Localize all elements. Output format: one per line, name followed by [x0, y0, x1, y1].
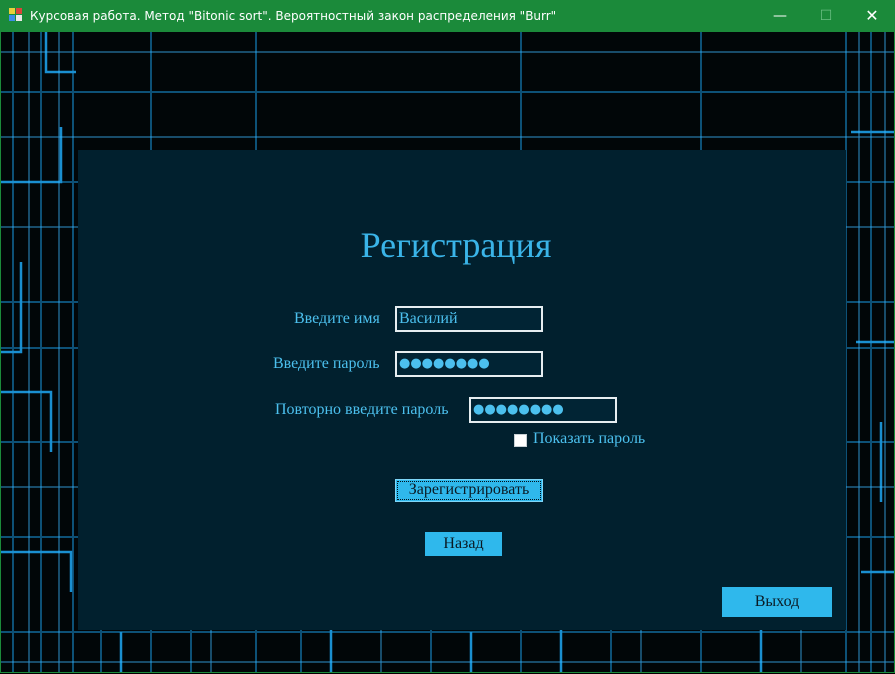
window-title: Курсовая работа. Метод "Bitonic sort". В…: [30, 9, 557, 23]
page-title: Регистрация: [360, 225, 552, 265]
register-button[interactable]: Зарегистрировать: [395, 479, 543, 502]
back-button[interactable]: Назад: [425, 532, 502, 556]
exit-button[interactable]: Выход: [722, 587, 832, 617]
title-bar[interactable]: Курсовая работа. Метод "Bitonic sort". В…: [0, 0, 895, 32]
background-circuit-image: Регистрация Введите имя Василий Введите …: [1, 32, 894, 673]
close-button[interactable]: ✕: [849, 0, 895, 32]
show-password-checkbox[interactable]: [514, 434, 527, 447]
maximize-button[interactable]: ☐: [803, 0, 849, 32]
show-password-label[interactable]: Показать пароль: [533, 430, 645, 448]
registration-panel: Регистрация Введите имя Василий Введите …: [78, 150, 846, 630]
password-input[interactable]: ●●●●●●●●: [395, 351, 543, 377]
name-input[interactable]: Василий: [395, 306, 543, 332]
minimize-button[interactable]: —: [757, 0, 803, 32]
app-icon: [9, 8, 23, 22]
repeat-password-label: Повторно введите пароль: [275, 401, 449, 418]
password-label: Введите пароль: [273, 355, 380, 372]
name-label: Введите имя: [294, 310, 380, 327]
repeat-password-input[interactable]: ●●●●●●●●: [469, 397, 617, 423]
